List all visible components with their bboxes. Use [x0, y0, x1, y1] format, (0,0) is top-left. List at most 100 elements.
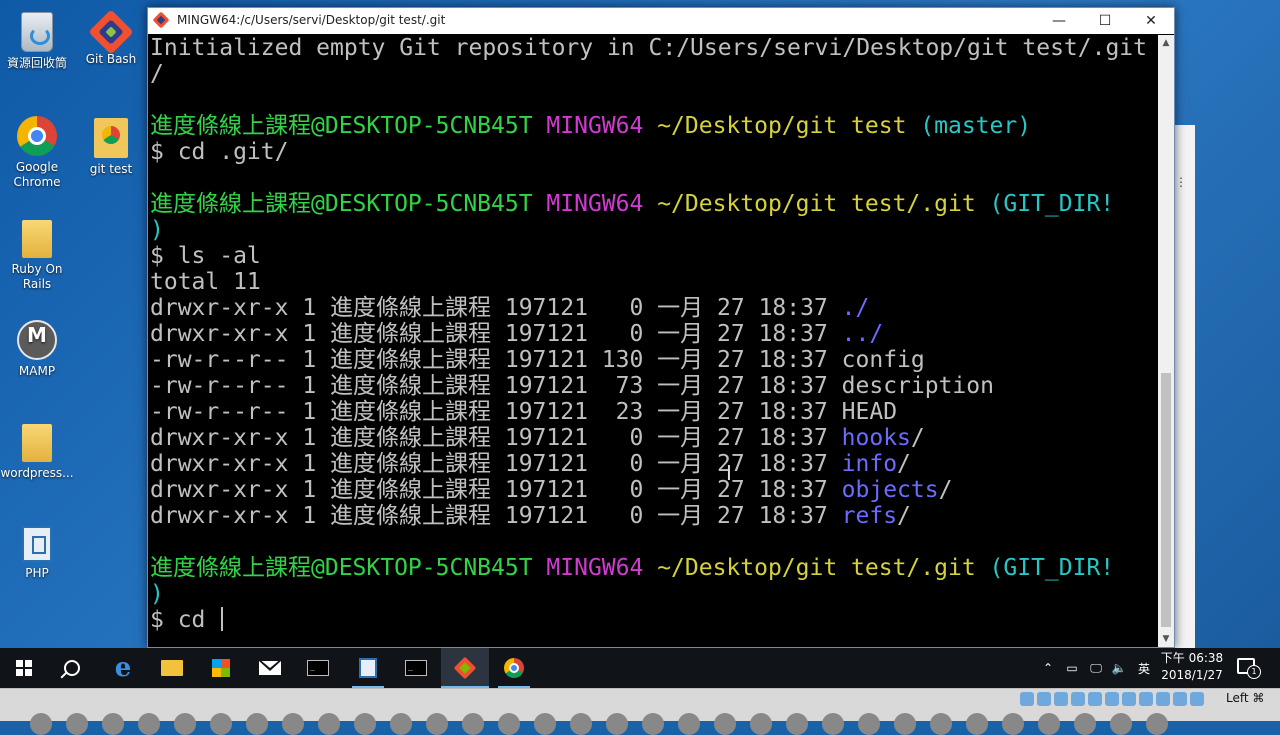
desktop-icon-label: Google Chrome	[13, 160, 61, 189]
terminal-cursor	[221, 607, 224, 631]
php-button[interactable]	[344, 648, 392, 688]
terminal-text: -rw-r--r-- 1 進度條線上課程 197121 23 一月 27 18:…	[150, 399, 898, 425]
minimize-button[interactable]: —	[1036, 8, 1082, 34]
terminal-text: /	[150, 61, 164, 87]
google-chrome-icon	[504, 658, 524, 678]
windows-logo-icon	[16, 660, 32, 676]
desktop-icon-git-bash[interactable]: Git Bash	[74, 9, 148, 67]
terminal-text: )	[150, 581, 164, 607]
terminal-text: drwxr-xr-x 1 進度條線上課程 197121 0 一月 27 18:3…	[150, 321, 842, 347]
start-button[interactable]	[0, 648, 48, 688]
php-icon	[22, 526, 52, 562]
desktop-icon-mamp[interactable]: MAMP	[0, 320, 74, 379]
scrollbar[interactable]: ▲ ▼	[1158, 35, 1174, 647]
ime-indicator[interactable]: 英	[1134, 648, 1154, 688]
terminal-line: )	[150, 581, 1158, 607]
terminal-text: ./	[841, 295, 870, 321]
terminal-line: )	[150, 217, 1158, 243]
clock-date: 2018/1/27	[1161, 668, 1223, 682]
terminal-line: -rw-r--r-- 1 進度條線上課程 197121 23 一月 27 18:…	[150, 399, 1158, 425]
display-icon[interactable]: 🖵	[1086, 648, 1106, 688]
desktop-icon-label: MAMP	[18, 364, 56, 378]
google-chrome-icon	[17, 116, 57, 156]
terminal-button-2[interactable]: _	[392, 648, 440, 688]
terminal-text: 進度條線上課程@DESKTOP-5CNB45T	[150, 191, 547, 217]
terminal-line: /	[150, 61, 1158, 87]
terminal-text: drwxr-xr-x 1 進度條線上課程 197121 0 一月 27 18:3…	[150, 503, 842, 529]
terminal-output[interactable]: Initialized empty Git repository in C:/U…	[150, 35, 1158, 647]
close-button[interactable]: ✕	[1128, 8, 1174, 34]
title-bar[interactable]: MINGW64:/c/Users/servi/Desktop/git test/…	[148, 8, 1174, 34]
edge-button[interactable]: e	[99, 648, 147, 688]
terminal-line: -rw-r--r-- 1 進度條線上課程 197121 130 一月 27 18…	[150, 347, 1158, 373]
show-hidden-icons-button[interactable]: ⌃	[1040, 648, 1056, 688]
action-center-icon[interactable]	[1237, 658, 1261, 679]
terminal-text: hooks	[841, 425, 911, 451]
store-icon	[212, 659, 230, 677]
terminal-line: 進度條線上課程@DESKTOP-5CNB45T MINGW64 ~/Deskto…	[150, 191, 1158, 217]
host-status-strip: Left ⌘	[0, 688, 1280, 735]
clock-time: 下午 06:38	[1160, 651, 1224, 665]
terminal-text: ~/Desktop/git test/.git	[657, 191, 990, 217]
desktop-icon-google-chrome[interactable]: Google Chrome	[0, 116, 74, 190]
terminal-text: /	[910, 425, 925, 451]
terminal-text: info	[841, 451, 898, 477]
desktop-icon-php[interactable]: PHP	[0, 526, 74, 581]
terminal-text: drwxr-xr-x 1 進度條線上課程 197121 0 一月 27 18:3…	[150, 451, 842, 477]
desktop-icon-label: Git Bash	[85, 52, 137, 66]
desktop-icon-ruby-on-rails[interactable]: Ruby On Rails	[0, 220, 74, 292]
terminal-text: /	[938, 477, 953, 503]
search-button[interactable]	[48, 648, 96, 688]
more-options-icon[interactable]: ⋮	[1175, 176, 1187, 188]
terminal-line: drwxr-xr-x 1 進度條線上課程 197121 0 一月 27 18:3…	[150, 451, 1158, 477]
terminal-button[interactable]: _	[294, 648, 342, 688]
terminal-line: total 11	[150, 269, 1158, 295]
terminal-text: $ cd	[150, 607, 220, 633]
desktop-icon-recycle-bin[interactable]: 資源回收筒	[0, 12, 74, 71]
terminal-icon: _	[405, 660, 427, 676]
desktop-icon-wordpress[interactable]: wordpress...	[0, 424, 74, 481]
host-tray-icons	[1020, 692, 1204, 706]
scroll-down-icon[interactable]: ▼	[1158, 631, 1174, 647]
network-status-icon[interactable]: ▭	[1062, 648, 1082, 688]
file-explorer-button[interactable]	[148, 648, 196, 688]
terminal-text: MINGW64	[546, 113, 658, 139]
git-bash-button[interactable]	[441, 648, 489, 688]
terminal-text: )	[150, 217, 164, 243]
php-icon	[359, 658, 377, 678]
scrollbar-thumb[interactable]	[1161, 373, 1171, 627]
store-button[interactable]	[197, 648, 245, 688]
terminal-line: drwxr-xr-x 1 進度條線上課程 197121 0 一月 27 18:3…	[150, 321, 1158, 347]
volume-icon[interactable]: 🔈	[1109, 648, 1129, 688]
recycle-bin-icon	[21, 12, 53, 52]
terminal-window[interactable]: MINGW64:/c/Users/servi/Desktop/git test/…	[147, 7, 1175, 648]
mamp-icon	[17, 320, 57, 360]
terminal-text: ../	[841, 321, 884, 347]
terminal-text: ~/Desktop/git test/.git	[657, 555, 990, 581]
terminal-line: $ cd .git/	[150, 139, 1158, 165]
terminal-text: -rw-r--r-- 1 進度條線上課程 197121 73 一月 27 18:…	[150, 373, 994, 399]
desktop-icon-label: wordpress...	[0, 466, 74, 480]
terminal-text: 進度條線上課程@DESKTOP-5CNB45T	[150, 113, 547, 139]
host-keyboard-indicator: Left ⌘	[1226, 691, 1265, 705]
terminal-text: $ cd .git/	[150, 139, 289, 165]
chrome-shortcut-icon	[94, 118, 128, 158]
terminal-line: drwxr-xr-x 1 進度條線上課程 197121 0 一月 27 18:3…	[150, 503, 1158, 529]
window-title: MINGW64:/c/Users/servi/Desktop/git test/…	[177, 13, 446, 27]
terminal-text: /	[897, 503, 911, 529]
git-bash-icon	[453, 656, 477, 680]
system-clock[interactable]: 下午 06:38 2018/1/27	[1152, 650, 1232, 684]
maximize-button[interactable]: ☐	[1082, 8, 1128, 34]
chrome-button[interactable]	[490, 648, 538, 688]
mail-button[interactable]	[246, 648, 294, 688]
terminal-text: MINGW64	[546, 191, 658, 217]
desktop-icon-git-test[interactable]: git test	[74, 118, 148, 177]
edge-icon: e	[114, 653, 132, 683]
folder-icon	[161, 660, 183, 676]
terminal-line: 進度條線上課程@DESKTOP-5CNB45T MINGW64 ~/Deskto…	[150, 555, 1158, 581]
terminal-line: $ ls -al	[150, 243, 1158, 269]
terminal-line: drwxr-xr-x 1 進度條線上課程 197121 0 一月 27 18:3…	[150, 425, 1158, 451]
scroll-up-icon[interactable]: ▲	[1158, 35, 1174, 51]
terminal-line: $ cd	[150, 607, 1158, 633]
